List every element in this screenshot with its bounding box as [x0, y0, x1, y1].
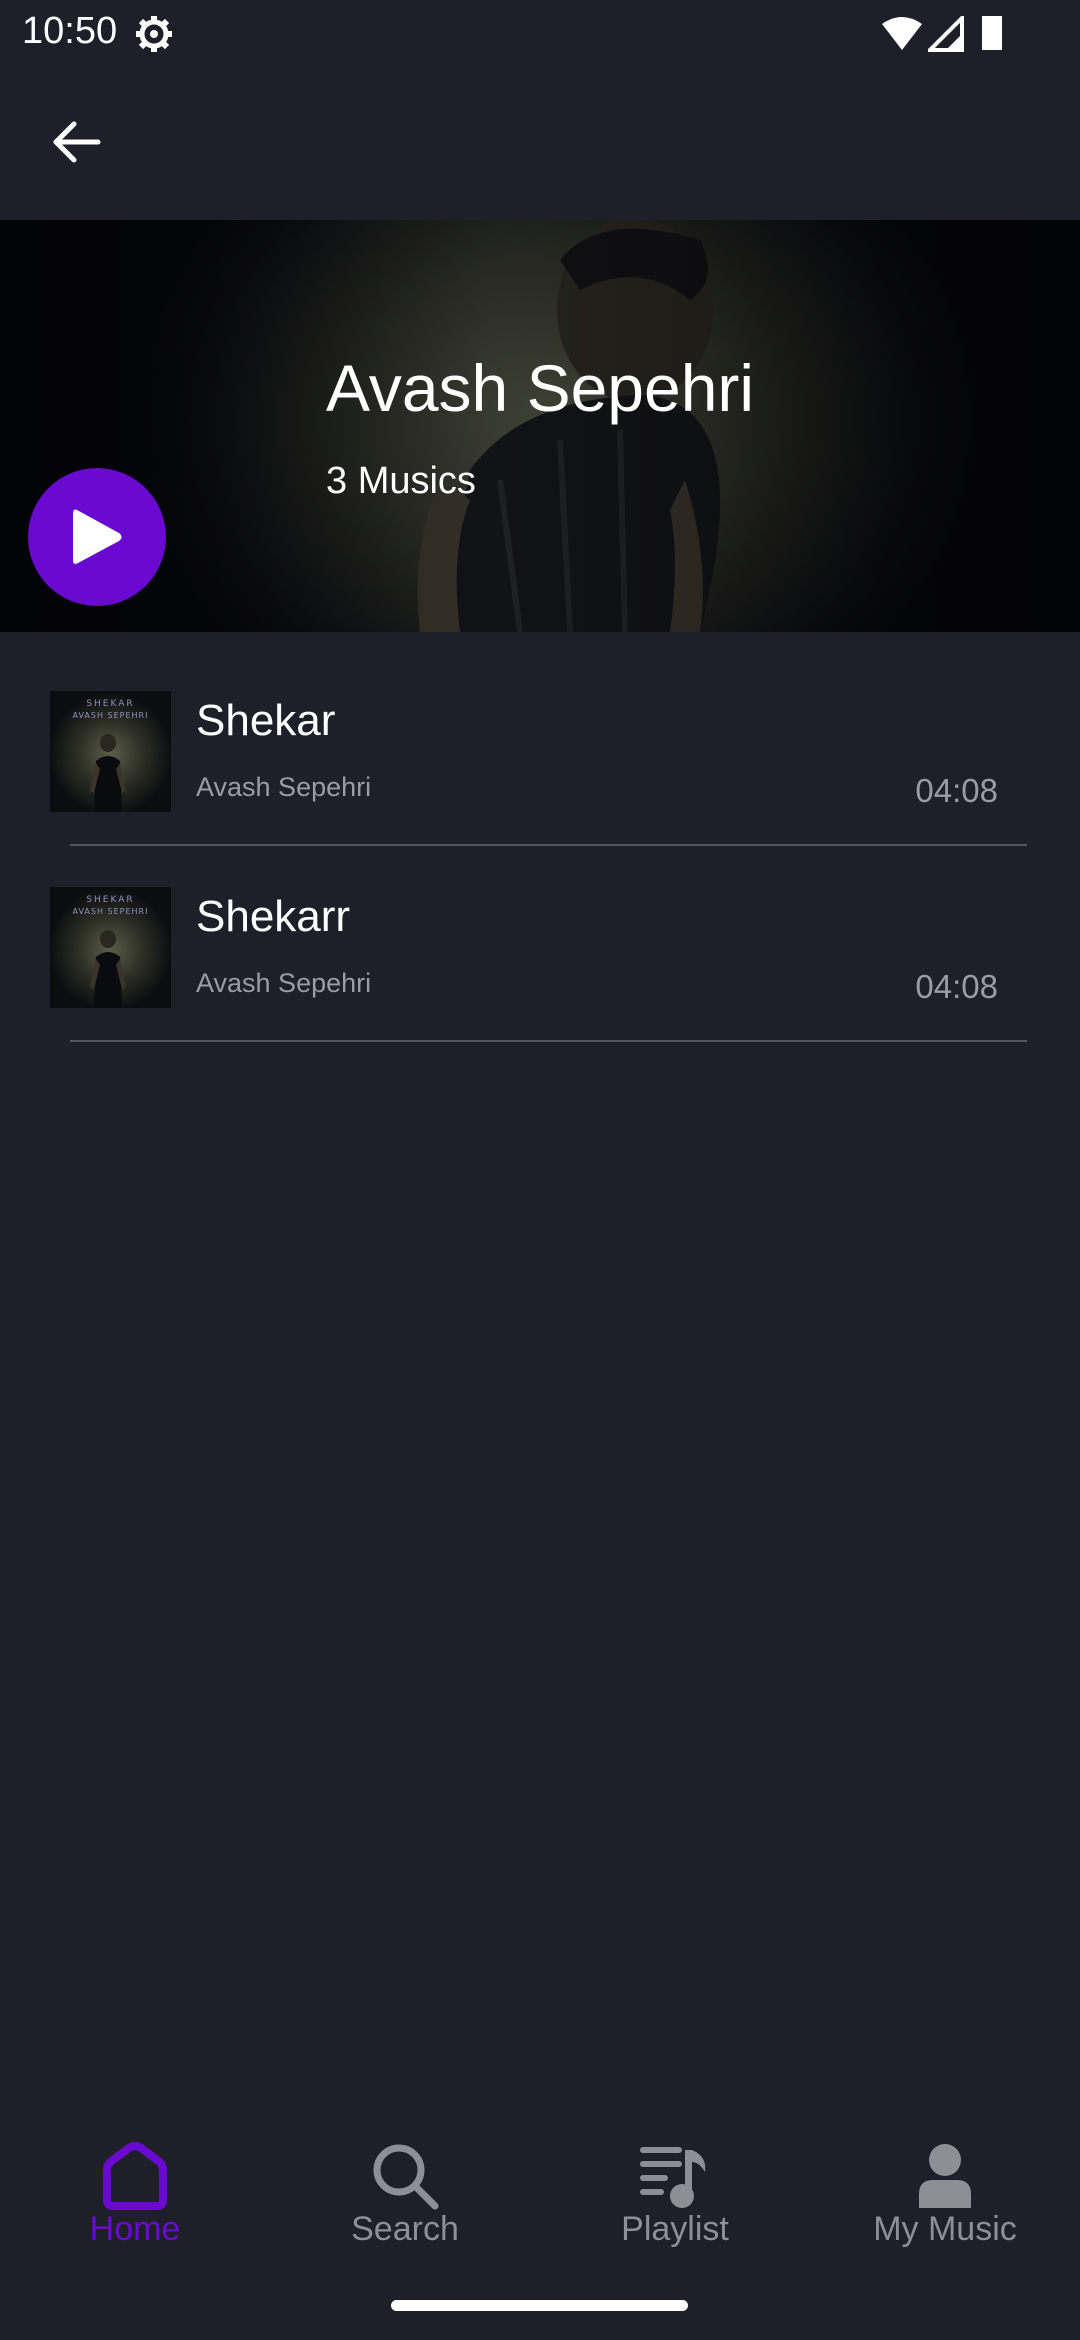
hero-overlay — [0, 220, 1080, 632]
track-count: 3 Musics — [326, 460, 476, 502]
search-icon — [373, 2144, 439, 2210]
track-title: Shekar — [196, 696, 336, 745]
artist-name: Avash Sepehri — [326, 351, 755, 425]
app-bar — [0, 66, 1080, 220]
nav-my-music[interactable]: My Music — [810, 2118, 1080, 2278]
gear-icon — [136, 16, 172, 52]
track-cover: SHEKAR AVASH SEPEHRI — [50, 887, 171, 1008]
track-title: Shekarr — [196, 892, 351, 941]
track-row[interactable]: SHEKAR AVASH SEPEHRI Shekar Avash Sepehr… — [0, 632, 1080, 846]
playlist-icon — [640, 2147, 706, 2208]
wifi-icon — [882, 17, 922, 50]
back-button[interactable] — [40, 106, 112, 178]
artist-header: Avash Sepehri 3 Musics — [0, 220, 1080, 632]
track-duration: 04:08 — [915, 968, 998, 1005]
signal-icon — [928, 16, 964, 52]
nav-search[interactable]: Search — [270, 2118, 540, 2278]
track-artist: Avash Sepehri — [196, 968, 372, 998]
cover-figure — [90, 930, 126, 1008]
arrow-left-icon — [53, 121, 101, 163]
home-icon — [103, 2142, 167, 2210]
cover-figure — [90, 734, 126, 812]
nav-my-music-label: My Music — [873, 2210, 1017, 2248]
status-bar: 10:50 — [0, 0, 1080, 66]
nav-playlist[interactable]: Playlist — [540, 2118, 810, 2278]
nav-search-label: Search — [351, 2210, 459, 2248]
play-all-button[interactable] — [28, 468, 166, 606]
bottom-nav: Home Search Playlist My Music — [0, 2118, 1080, 2278]
divider — [70, 1040, 1027, 1042]
battery-icon — [982, 16, 1002, 50]
nav-playlist-label: Playlist — [621, 2210, 729, 2248]
nav-home-label: Home — [89, 2210, 181, 2248]
play-icon — [73, 509, 122, 564]
status-time: 10:50 — [22, 10, 118, 52]
track-row[interactable]: SHEKAR AVASH SEPEHRI Shekarr Avash Sepeh… — [0, 828, 1080, 1042]
track-artist: Avash Sepehri — [196, 772, 372, 802]
person-icon — [919, 2144, 971, 2208]
track-cover: SHEKAR AVASH SEPEHRI — [50, 691, 171, 812]
nav-home[interactable]: Home — [0, 2118, 270, 2278]
track-duration: 04:08 — [915, 772, 998, 809]
home-indicator[interactable] — [391, 2300, 688, 2311]
